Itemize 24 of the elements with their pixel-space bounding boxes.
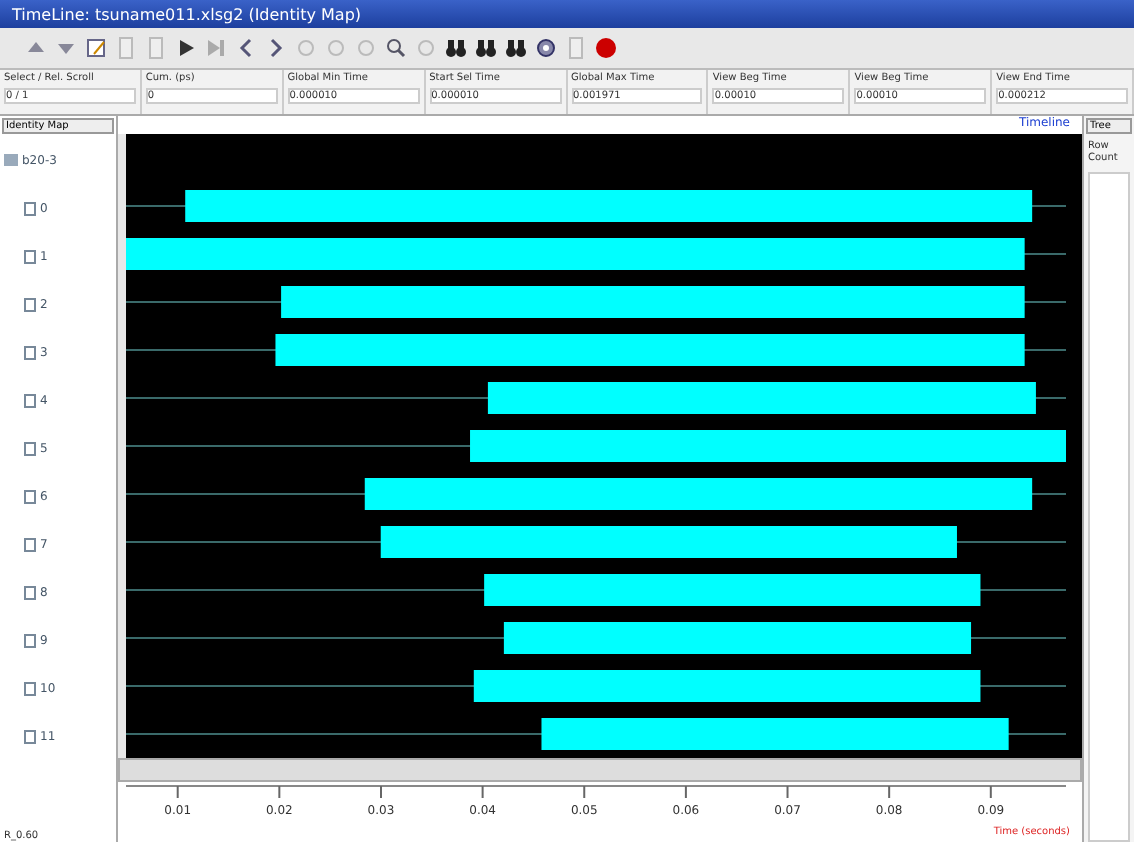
node-icon [24,345,36,359]
node-icon [24,249,36,263]
horizontal-scrollbar[interactable] [118,758,1082,782]
target-icon[interactable] [534,36,558,60]
node-icon [24,633,36,647]
node-icon [24,297,36,311]
edit-icon[interactable] [84,36,108,60]
folder-icon [4,154,18,166]
binoculars-icon[interactable] [474,36,498,60]
node-icon [24,729,36,743]
window-title: TimeLine: tsuname011.xlsg2 (Identity Map) [12,5,362,23]
play-icon[interactable] [174,36,198,60]
node-icon [24,585,36,599]
side-list[interactable] [1088,172,1130,842]
binoculars-icon[interactable] [504,36,528,60]
record-icon[interactable] [594,36,618,60]
node-icon [24,537,36,551]
node-icon [24,441,36,455]
node-icon [24,393,36,407]
node-icon [24,201,36,215]
node-icon [24,681,36,695]
node-icon [24,489,36,503]
binoculars-icon[interactable] [444,36,468,60]
zoom-icon[interactable] [384,36,408,60]
